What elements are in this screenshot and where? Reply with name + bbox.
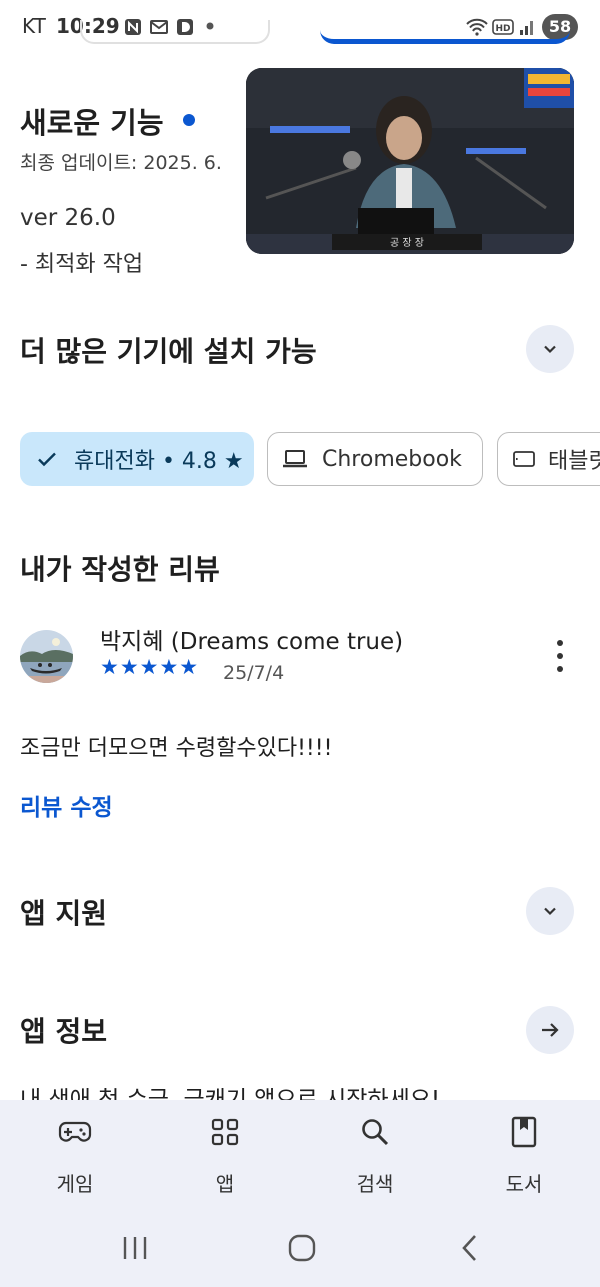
scrolled-button-remnant: [80, 20, 270, 44]
nav-apps[interactable]: 앱: [175, 1114, 275, 1204]
app-info-title: 앱 정보: [20, 1015, 108, 1048]
device-chip-tablet[interactable]: 태블릿: [497, 432, 600, 486]
app-info-arrow-button[interactable]: [526, 1006, 574, 1054]
review-date: 25/7/4: [223, 662, 285, 684]
back-icon: [462, 1235, 476, 1261]
laptop-icon: [283, 450, 307, 468]
nav-books[interactable]: 도서: [474, 1114, 574, 1204]
avatar: [20, 630, 73, 683]
nav-games-label: 게임: [56, 1172, 94, 1196]
recent-apps-button[interactable]: [115, 1232, 155, 1264]
tablet-icon: [513, 451, 535, 467]
gamepad-icon: [58, 1121, 92, 1142]
device-chip-phone[interactable]: 휴대전화 • 4.8 ★: [20, 432, 254, 486]
check-icon: [38, 452, 56, 467]
nav-search-label: 검색: [356, 1172, 394, 1196]
nav-books-label: 도서: [505, 1172, 543, 1196]
expand-app-support-button[interactable]: [526, 887, 574, 935]
review-text: 조금만 더모으면 수령할수있다!!!!: [20, 736, 333, 761]
device-chip-chromebook[interactable]: Chromebook: [267, 432, 483, 486]
more-options-button[interactable]: [548, 640, 572, 672]
back-button[interactable]: [450, 1232, 490, 1264]
edit-review-link[interactable]: 리뷰 수정: [20, 788, 113, 822]
apps-grid-icon: [211, 1118, 239, 1146]
more-devices-title: 더 많은 기기에 설치 가능: [20, 335, 317, 368]
nav-games[interactable]: 게임: [25, 1114, 125, 1204]
search-icon: [362, 1119, 389, 1146]
home-icon: [288, 1234, 316, 1262]
chevron-down-icon: [544, 907, 556, 916]
whats-new-title: 새로운 기능: [20, 106, 164, 140]
my-review-title: 내가 작성한 리뷰: [20, 553, 220, 586]
nav-search[interactable]: 검색: [325, 1114, 425, 1204]
last-updated-date: 최종 업데이트: 2025. 6.: [20, 152, 222, 174]
release-note: - 최적화 작업: [20, 252, 144, 277]
carrier-label: KT: [22, 14, 46, 38]
bottom-navigation: 게임 앱 검색 도서: [0, 1100, 600, 1210]
chevron-down-icon: [544, 345, 556, 354]
new-indicator-dot: [183, 114, 195, 126]
expand-devices-button[interactable]: [526, 325, 574, 373]
arrow-right-icon: [542, 1023, 559, 1037]
home-button[interactable]: [282, 1232, 322, 1264]
book-icon: [511, 1116, 537, 1148]
nav-apps-label: 앱: [215, 1172, 235, 1196]
version-text: ver 26.0: [20, 205, 116, 231]
app-support-title: 앱 지원: [20, 897, 108, 930]
system-navigation-bar: [0, 1210, 600, 1287]
scrolled-install-button-remnant: [320, 28, 570, 44]
star-rating: ★★★★★: [100, 655, 200, 679]
reviewer-name: 박지혜 (Dreams come true): [100, 629, 404, 655]
broadcast-studio-image: 공 장 장: [246, 68, 574, 254]
recent-apps-icon: [123, 1237, 147, 1259]
device-chip-tablet-label: 태블릿: [548, 449, 600, 474]
avatar-lake-boat-image: [20, 630, 73, 683]
studio-sign-text: 공 장 장: [390, 237, 424, 249]
device-chip-chromebook-label: Chromebook: [322, 446, 462, 472]
device-chip-phone-label: 휴대전화 • 4.8 ★: [74, 449, 244, 474]
video-thumbnail[interactable]: 공 장 장: [246, 68, 574, 254]
more-vert-icon: [557, 640, 563, 646]
